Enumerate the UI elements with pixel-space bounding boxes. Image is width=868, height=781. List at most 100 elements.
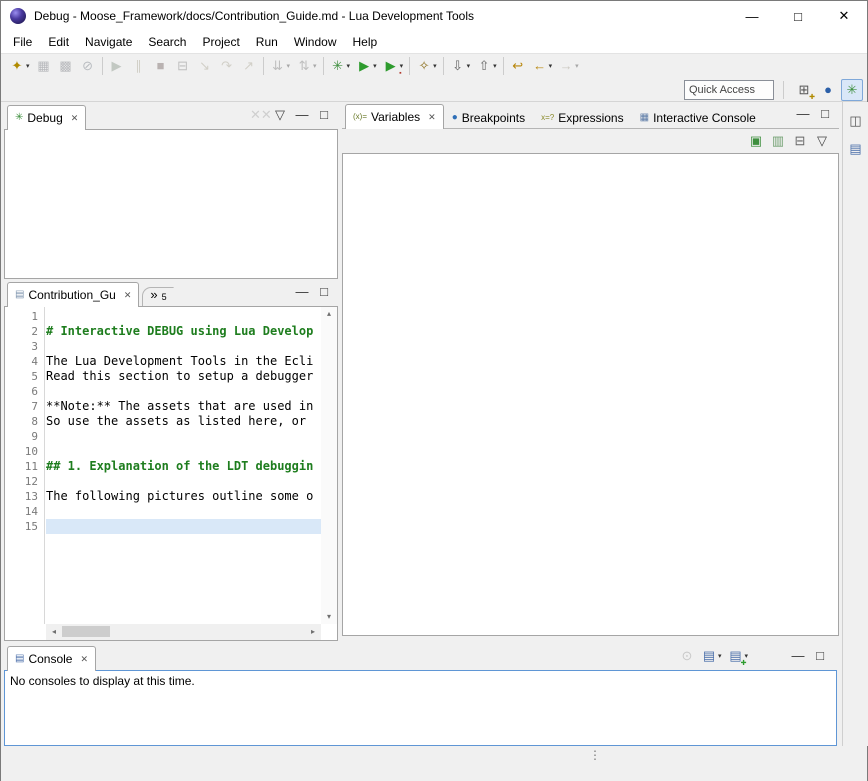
menu-help[interactable]: Help	[345, 32, 386, 52]
close-icon[interactable]: ✕	[124, 290, 132, 301]
last-edit-location-button[interactable]: ↩	[507, 55, 529, 77]
maximize-variables-button[interactable]: □	[814, 103, 836, 125]
forward-button[interactable]: →▾	[555, 55, 582, 77]
suspend-button[interactable]: ∥	[128, 55, 150, 77]
restore-minimized-view-button[interactable]: ◫	[845, 110, 867, 132]
minimize-window-button[interactable]: —	[729, 1, 775, 31]
minimized-view-button[interactable]: ▤	[845, 138, 867, 160]
step-into-icon: ↘	[197, 58, 213, 74]
step-into-button[interactable]: ↘	[194, 55, 216, 77]
quick-access-input[interactable]	[684, 80, 774, 100]
collapse-all-button[interactable]: ⊟	[789, 130, 811, 152]
tab-expressions[interactable]: x=?Expressions	[533, 106, 632, 128]
dropdown-arrow-icon[interactable]: ▾	[744, 652, 748, 660]
dropdown-arrow-icon[interactable]: ▾	[373, 62, 377, 70]
editor-vertical-scrollbar[interactable]: ▴ ▾	[321, 307, 337, 624]
dropdown-arrow-icon[interactable]: ▾	[313, 62, 317, 70]
close-icon[interactable]: ✕	[428, 112, 436, 123]
resume-button[interactable]: ▶	[106, 55, 128, 77]
scrollbar-thumb[interactable]	[62, 626, 110, 637]
editor-code[interactable]: # Interactive DEBUG using Lua DevelopThe…	[46, 307, 321, 624]
close-icon[interactable]: ✕	[71, 113, 79, 124]
debug-button[interactable]: ✳▾	[327, 55, 354, 77]
dropdown-arrow-icon[interactable]: ▾	[347, 62, 351, 70]
debug-view-toolbar: ✕✕▽—□	[247, 104, 335, 126]
minimize-editor-button[interactable]: —	[291, 281, 313, 303]
sash-grip[interactable]: ⋮	[589, 748, 600, 762]
dropdown-arrow-icon[interactable]: ▾	[718, 652, 722, 660]
menu-run[interactable]: Run	[248, 32, 286, 52]
debug-perspective-button[interactable]: ✳	[841, 79, 863, 101]
terminate-button[interactable]: ■	[150, 55, 172, 77]
minimize-console-button[interactable]: —	[787, 645, 809, 667]
pin-console-button[interactable]: ⊙	[676, 645, 698, 667]
scroll-up-button[interactable]: ▴	[322, 309, 336, 319]
external-tools-button[interactable]: ▶▪▾	[380, 55, 407, 77]
run-button[interactable]: ▶▾	[353, 55, 380, 77]
new-wizard-button[interactable]: ✦▾	[6, 55, 33, 77]
menu-project[interactable]: Project	[194, 32, 247, 52]
editor-horizontal-scrollbar[interactable]: ◂ ▸	[46, 624, 321, 640]
disconnect-button[interactable]: ⊟	[172, 55, 194, 77]
menu-edit[interactable]: Edit	[40, 32, 77, 52]
use-step-filters-button[interactable]: ⇅▾	[293, 55, 320, 77]
save-all-button[interactable]: ▩	[55, 55, 77, 77]
dropdown-arrow-icon[interactable]: ▾	[287, 62, 291, 70]
tab-debug[interactable]: ✳ Debug ✕	[7, 105, 86, 130]
skip-all-breakpoints-button[interactable]: ⊘	[77, 55, 99, 77]
close-icon[interactable]: ✕	[80, 654, 88, 665]
dropdown-arrow-icon[interactable]: ▾	[433, 62, 437, 70]
back-button[interactable]: ←▾	[529, 55, 556, 77]
dropdown-arrow-icon[interactable]: ▾	[467, 62, 471, 70]
step-over-button[interactable]: ↷	[216, 55, 238, 77]
maximize-editor-button[interactable]: □	[313, 281, 335, 303]
ldt-perspective-button[interactable]: ●	[817, 79, 839, 101]
last-edit-location-icon: ↩	[510, 58, 526, 74]
hidden-editors-chevron[interactable]: »5	[142, 287, 173, 306]
previous-annotation-button[interactable]: ⇧▾	[473, 55, 500, 77]
toolbar-separator	[503, 57, 504, 75]
drop-to-frame-button[interactable]: ⇊▾	[267, 55, 294, 77]
menu-window[interactable]: Window	[286, 32, 345, 52]
tab-variables[interactable]: (x)=Variables✕	[345, 104, 444, 129]
show-logical-structure-button[interactable]: ▣	[745, 130, 767, 152]
maximize-console-button[interactable]: □	[809, 645, 831, 667]
sash-vertical[interactable]	[338, 105, 342, 636]
dropdown-arrow-icon[interactable]: ▾	[400, 62, 404, 70]
display-selected-console-button[interactable]: ▤▾	[698, 645, 725, 667]
sash-console[interactable]	[1, 641, 842, 646]
minimize-editor-icon: —	[294, 284, 310, 300]
toolbar-separator	[323, 57, 324, 75]
dropdown-arrow-icon[interactable]: ▾	[549, 62, 553, 70]
remove-all-terminated-button[interactable]: ✕✕	[247, 104, 269, 126]
menu-search[interactable]: Search	[140, 32, 194, 52]
save-button[interactable]: ▦	[33, 55, 55, 77]
close-window-button[interactable]: ✕	[821, 1, 867, 31]
tab-interactive-console[interactable]: ▦Interactive Console	[632, 106, 764, 128]
next-annotation-button[interactable]: ⇩▾	[447, 55, 474, 77]
suspend-icon: ∥	[131, 58, 147, 74]
dropdown-arrow-icon[interactable]: ▾	[575, 62, 579, 70]
show-columns-button[interactable]: ▥	[767, 130, 789, 152]
maximize-debug-view-button[interactable]: □	[313, 104, 335, 126]
dropdown-arrow-icon[interactable]: ▾	[493, 62, 497, 70]
line-number: 13	[5, 489, 44, 504]
variables-view-menu-button[interactable]: ▽	[811, 130, 833, 152]
tab-contribution-guide[interactable]: ▤ Contribution_Gu ✕	[7, 282, 139, 307]
search-button[interactable]: ✧▾	[413, 55, 440, 77]
open-perspective-button[interactable]: ⊞✚	[793, 79, 815, 101]
scroll-down-button[interactable]: ▾	[322, 612, 336, 622]
minimize-debug-view-button[interactable]: —	[291, 104, 313, 126]
scroll-right-button[interactable]: ▸	[306, 627, 320, 637]
tab-console[interactable]: ▤ Console ✕	[7, 646, 96, 671]
menu-navigate[interactable]: Navigate	[77, 32, 140, 52]
dropdown-arrow-icon[interactable]: ▾	[26, 62, 30, 70]
step-return-button[interactable]: ↗	[238, 55, 260, 77]
minimize-variables-button[interactable]: —	[792, 103, 814, 125]
debug-view-menu-button[interactable]: ▽	[269, 104, 291, 126]
maximize-window-button[interactable]: □	[775, 1, 821, 31]
scroll-left-button[interactable]: ◂	[47, 627, 61, 637]
open-console-button[interactable]: ▤✚▾	[724, 645, 751, 667]
tab-breakpoints[interactable]: ●Breakpoints	[444, 106, 533, 128]
menu-file[interactable]: File	[5, 32, 40, 52]
